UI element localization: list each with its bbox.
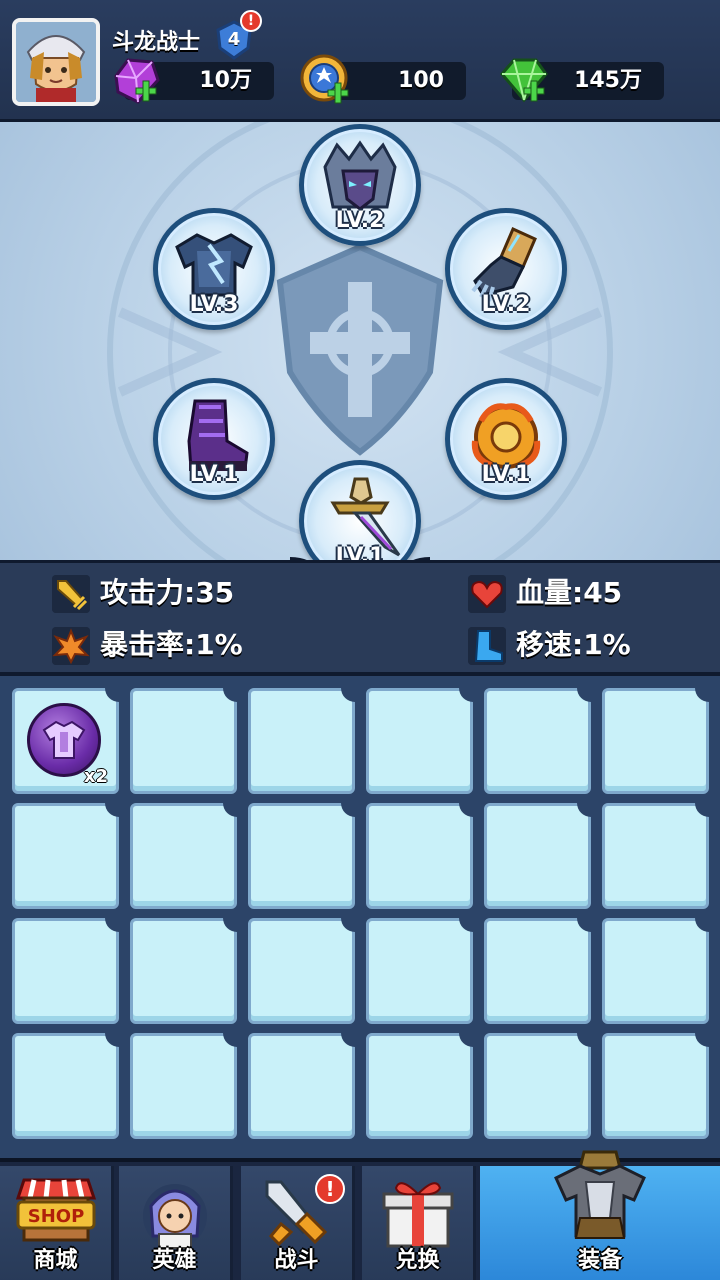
inventory-slot[interactable] [602,688,709,794]
inventory-slot[interactable] [602,918,709,1024]
inventory-slot[interactable] [12,918,119,1024]
inventory-slot[interactable] [602,803,709,909]
equip-level-armor: LV.3 [189,292,239,317]
battle-alert-icon: ! [315,1174,345,1204]
equip-level-gauntlet: LV.2 [481,292,531,317]
inventory-slot[interactable] [484,1033,591,1139]
explosion-crit-icon [52,627,90,665]
nav-equipment[interactable]: 装备 [480,1150,720,1280]
inventory-slot[interactable] [366,688,473,794]
purple-gem-icon[interactable] [108,52,164,108]
equip-slot-weapon[interactable]: LV.1 [299,460,421,560]
stat-speed-text: 移速:1% [516,628,631,661]
inventory-slot[interactable] [484,688,591,794]
inventory-slot[interactable]: x2 [12,688,119,794]
shop-icon: SHOP [15,1178,96,1242]
nav-exchange-label: 兑换 [395,1248,440,1273]
stat-attack-text: 攻击力:35 [100,576,235,609]
green-gem-value: 145万 [574,68,642,93]
player-level-badge[interactable]: 4 ! [214,10,262,60]
equipment-panel: LV.2 LV.3 LV.2 LV.1 LV.1 LV.1 [0,122,720,560]
boot-speed-icon [468,627,506,665]
nav-equipment-label: 装备 [577,1248,622,1273]
nav-shop-label: 商城 [33,1248,78,1273]
inventory-slot[interactable] [130,688,237,794]
gift-box-icon [382,1182,453,1248]
inventory-slot[interactable] [248,918,355,1024]
bottom-nav: SHOP 商城 英雄 ! 战斗 兑换 装备 [0,1150,720,1280]
green-gem-icon[interactable] [496,52,552,108]
inventory-slot[interactable] [248,803,355,909]
inventory-slot[interactable] [484,918,591,1024]
inventory-slot[interactable] [248,1033,355,1139]
level-alert-icon: ! [240,10,262,32]
nav-heroes-label: 英雄 [152,1248,197,1273]
inventory-slot[interactable] [366,803,473,909]
nav-shop[interactable]: SHOP 商城 [0,1166,114,1280]
inventory-slot[interactable] [130,1033,237,1139]
inventory-grid: x2 [12,688,720,1139]
item-count: x2 [83,766,108,787]
armor-nav-icon [554,1150,646,1239]
inventory-slot[interactable] [130,918,237,1024]
equip-slot-helmet[interactable]: LV.2 [299,124,421,246]
equip-level-boots: LV.1 [189,462,239,487]
inventory-slot[interactable] [12,803,119,909]
sword-attack-icon [52,575,90,613]
nav-exchange[interactable]: 兑换 [362,1166,476,1280]
equip-slot-gauntlet[interactable]: LV.2 [445,208,567,330]
inventory-slot[interactable] [602,1033,709,1139]
inventory-slot[interactable] [12,1033,119,1139]
inventory-slot[interactable] [484,803,591,909]
inventory-slot[interactable] [130,803,237,909]
nav-heroes[interactable]: 英雄 [119,1166,233,1280]
stat-crit-text: 暴击率:1% [100,628,243,661]
equip-slot-boots[interactable]: LV.1 [153,378,275,500]
stats-panel: 攻击力:35 血量:45 暴击率:1% 移速:1% [0,560,720,676]
nav-battle[interactable]: ! 战斗 [241,1166,355,1280]
hero-icon [142,1184,207,1249]
hero-portrait-icon [16,22,96,102]
player-avatar[interactable] [12,18,100,106]
shop-badge-text: SHOP [27,1206,84,1227]
inventory-slot[interactable] [248,688,355,794]
equip-slot-amulet[interactable]: LV.1 [445,378,567,500]
equip-level-amulet: LV.1 [481,462,531,487]
heart-icon [468,575,506,613]
star-coin-value: 100 [398,68,444,93]
equip-slot-armor[interactable]: LV.3 [153,208,275,330]
stat-hp-text: 血量:45 [516,576,623,609]
star-coin-icon[interactable] [298,52,354,108]
equip-level-helmet: LV.2 [335,208,385,233]
inventory-slot[interactable] [366,918,473,1024]
armor-silhouette-icon [42,720,86,759]
inventory-panel: x2 [0,676,720,1158]
inventory-slot[interactable] [366,1033,473,1139]
top-bar: 斗龙战士 4 ! 10万 100 145万 [0,0,720,122]
nav-battle-label: 战斗 [274,1248,319,1273]
purple-gem-value: 10万 [199,68,252,93]
